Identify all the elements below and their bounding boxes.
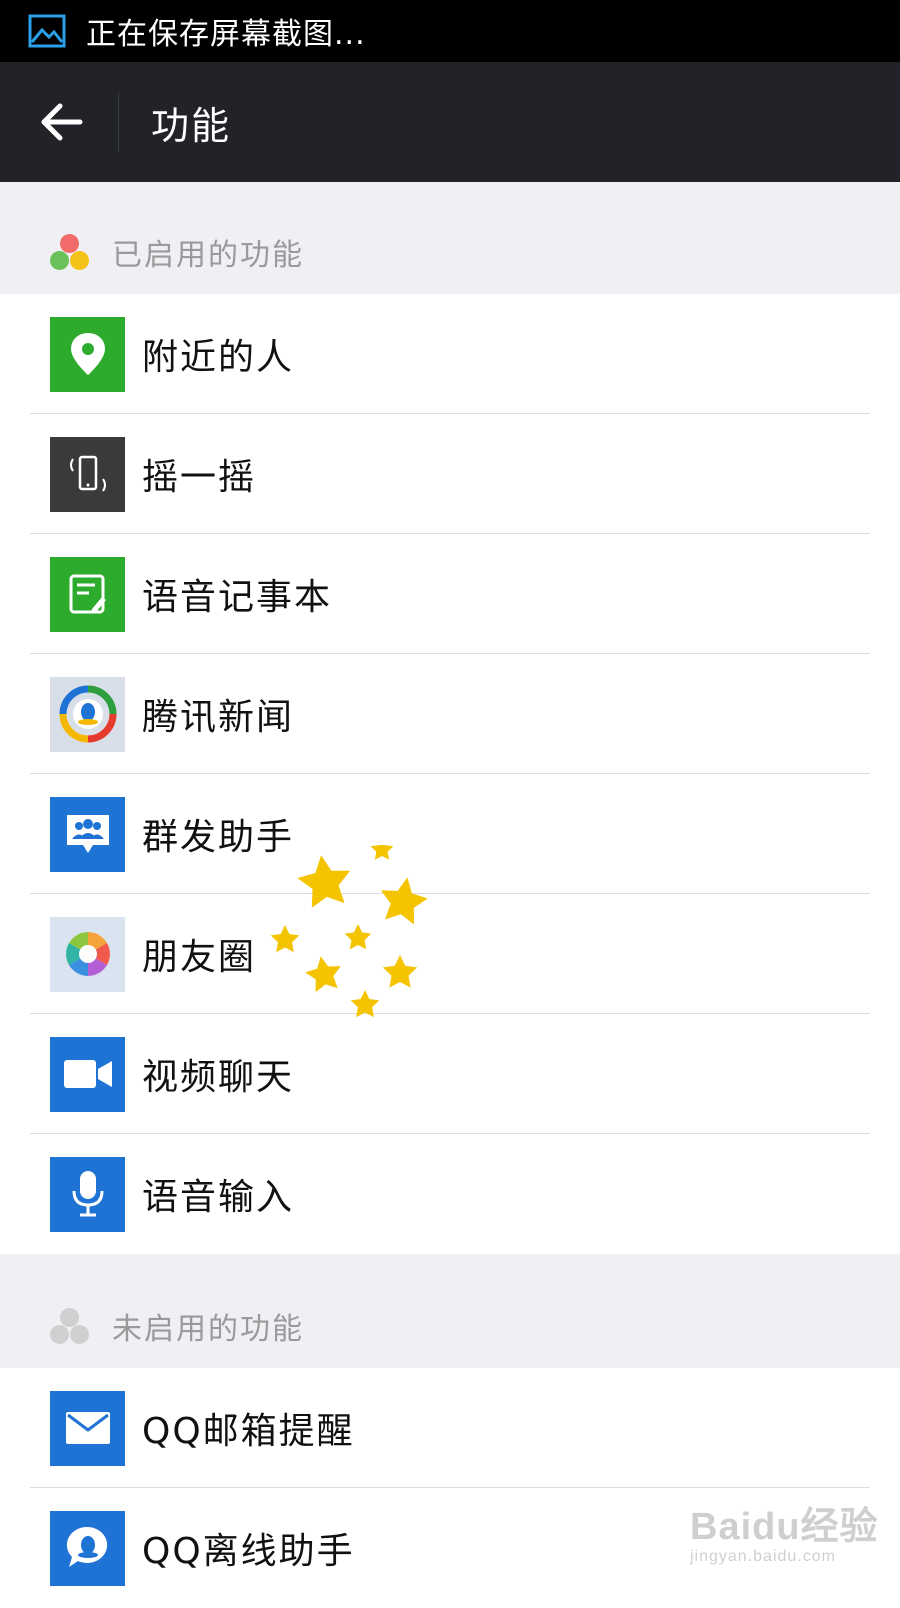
list-item-label: QQ邮箱提醒 xyxy=(142,1411,355,1452)
list-item-label: 摇一摇 xyxy=(142,457,257,498)
page-title: 功能 xyxy=(151,103,232,148)
list-item-voice-input[interactable]: 语音输入 xyxy=(0,1134,900,1254)
watermark-brand: Baidu经验 xyxy=(690,1506,879,1548)
mail-icon xyxy=(50,1390,125,1466)
list-item-label: 视频聊天 xyxy=(142,1057,295,1098)
list-item-label: 朋友圈 xyxy=(142,937,257,978)
list-item-label: 附近的人 xyxy=(142,337,295,378)
back-button[interactable] xyxy=(30,90,94,154)
list-item-label: 语音记事本 xyxy=(142,577,333,618)
disabled-section-title: 未启用的功能 xyxy=(112,1312,304,1347)
status-bar: 正在保存屏幕截图... xyxy=(0,0,900,62)
action-bar: 功能 xyxy=(0,62,900,182)
watermark: Baidu经验 jingyan.baidu.com xyxy=(690,1495,879,1566)
list-item-voice-notepad[interactable]: 语音记事本 xyxy=(0,534,900,654)
disabled-feature-list: QQ邮箱提醒 QQ离线助手 xyxy=(0,1368,900,1608)
grey-dots-icon xyxy=(48,1308,92,1348)
list-item-tencent-news[interactable]: 腾讯新闻 xyxy=(0,654,900,774)
list-item-broadcast-assistant[interactable]: 群发助手 xyxy=(0,774,900,894)
broadcast-assistant-icon xyxy=(50,796,125,872)
list-item-qq-mail-reminder[interactable]: QQ邮箱提醒 xyxy=(0,1368,900,1488)
list-item-video-chat[interactable]: 视频聊天 xyxy=(0,1014,900,1134)
watermark-url: jingyan.baidu.com xyxy=(690,1548,836,1565)
voice-notepad-icon xyxy=(50,556,125,632)
screenshot-image-icon xyxy=(28,14,66,48)
disabled-section-header: 未启用的功能 xyxy=(0,1254,900,1368)
location-pin-icon xyxy=(50,316,125,392)
list-item-label: 群发助手 xyxy=(142,817,295,858)
list-item-moments[interactable]: 朋友圈 xyxy=(0,894,900,1014)
status-text: 正在保存屏幕截图... xyxy=(86,17,366,52)
list-item-label: 语音输入 xyxy=(142,1177,295,1218)
list-item-shake[interactable]: 摇一摇 xyxy=(0,414,900,534)
list-item-nearby-people[interactable]: 附近的人 xyxy=(0,294,900,414)
colored-dots-icon xyxy=(48,234,92,274)
video-camera-icon xyxy=(50,1036,125,1112)
enabled-feature-list: 附近的人 摇一摇 语音记事本 腾讯新闻 群发助手 朋友圈 视频聊天 语音输入 xyxy=(0,294,900,1254)
tencent-news-icon xyxy=(50,676,125,752)
microphone-icon xyxy=(50,1156,125,1232)
moments-aperture-icon xyxy=(50,916,125,992)
action-bar-divider xyxy=(118,93,119,151)
enabled-section-header: 已启用的功能 xyxy=(0,182,900,294)
list-item-label: 腾讯新闻 xyxy=(142,697,295,738)
qq-offline-icon xyxy=(50,1510,125,1586)
enabled-section-title: 已启用的功能 xyxy=(112,238,304,273)
list-item-label: QQ离线助手 xyxy=(142,1531,355,1572)
shake-phone-icon xyxy=(50,436,125,512)
arrow-left-icon xyxy=(41,103,83,141)
